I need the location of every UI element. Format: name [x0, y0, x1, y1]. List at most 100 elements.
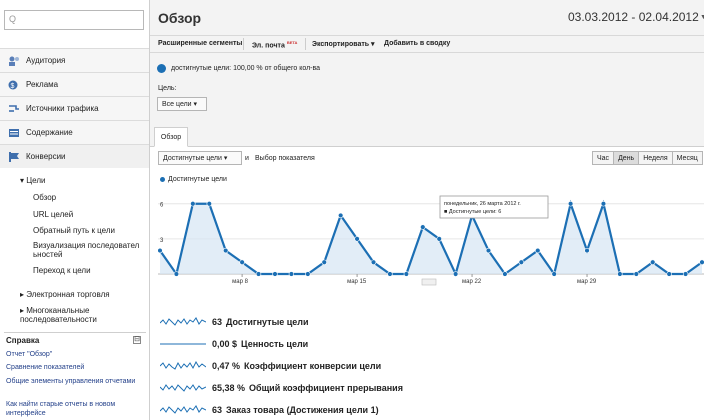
segment-pie-icon: [157, 64, 166, 73]
segment-indicator: достигнутые цели: 100,00 % от общего кол…: [157, 64, 320, 73]
summary-goal-value[interactable]: 0,00 $ Ценность цели: [160, 339, 308, 349]
sparkline-icon: [160, 317, 206, 326]
data-point: [485, 247, 492, 254]
legend-dot-icon: [160, 177, 165, 182]
summary-label: Ценность цели: [241, 339, 309, 349]
data-point: [354, 236, 360, 242]
sparkline-icon: [160, 343, 206, 345]
x-tick-label: мар 8: [232, 279, 248, 285]
sidebar-item-audience[interactable]: Аудитория: [0, 48, 149, 72]
summary-label: Общий коэффициент прерывания: [249, 383, 403, 393]
period-month-button[interactable]: Месяц: [671, 151, 703, 165]
period-day-button[interactable]: День: [613, 151, 640, 165]
help-title: Справка: [6, 336, 40, 345]
ecommerce-link[interactable]: ▸ Электронная торговля: [20, 290, 110, 299]
goals-overview-link[interactable]: Обзор: [33, 193, 56, 202]
goals-heading[interactable]: ▾ Цели: [20, 176, 45, 185]
data-point: [682, 271, 689, 277]
toolbar-divider: [305, 38, 306, 50]
summary-value: 0,00 $: [212, 339, 238, 349]
summary-label: Коэффициент конверсии цели: [244, 361, 382, 371]
metric-select[interactable]: Достигнутые цели ▾: [158, 151, 242, 165]
export-button[interactable]: Экспортировать ▾: [312, 40, 375, 48]
page-title: Обзор: [158, 10, 202, 26]
data-point: [173, 271, 180, 277]
chart-resize-handle: [421, 278, 437, 286]
and-label: и: [245, 155, 249, 162]
summary-value: 65,38 %: [212, 383, 246, 393]
email-button[interactable]: Эл. почта BETA: [252, 40, 297, 49]
data-point: [600, 201, 607, 207]
multichannel-link[interactable]: ▸ Многоканальные последовательности: [20, 306, 138, 324]
segment-text: достигнутые цели: 100,00 % от общего кол…: [171, 65, 321, 72]
funnel-visualization-link[interactable]: Визуализация последовател ьностей: [33, 241, 145, 259]
summary-value: 63: [212, 317, 223, 327]
summary-label: Заказ товара (Достижения цели 1): [226, 405, 379, 415]
audience-icon: [8, 56, 20, 66]
search-input[interactable]: Q: [4, 10, 144, 30]
data-point: [239, 259, 245, 265]
date-range-picker[interactable]: 03.03.2012 - 02.04.2012: [568, 10, 699, 24]
sidebar-item-traffic[interactable]: Источники трафика: [0, 96, 149, 120]
collapse-icon[interactable]: ⊟: [133, 336, 141, 344]
content-icon: [8, 128, 20, 138]
sidebar-item-conversions[interactable]: Конверсии: [0, 144, 149, 168]
goal-urls-link[interactable]: URL целей: [33, 210, 73, 219]
sparkline-icon: [160, 384, 206, 392]
choose-metric-link[interactable]: Выбор показателя: [255, 155, 315, 162]
help-link[interactable]: Общие элементы управления отчетами: [6, 377, 144, 386]
sparkline-icon: [160, 405, 206, 414]
data-point: [321, 259, 327, 265]
chevron-down-icon[interactable]: ▼: [700, 14, 704, 21]
data-point: [272, 271, 278, 277]
help-link[interactable]: Сравнение показателей: [6, 363, 144, 372]
help-link[interactable]: Как найти старые отчеты в новом интерфей…: [6, 400, 144, 418]
beta-badge: BETA: [286, 40, 298, 45]
svg-text:$: $: [11, 83, 15, 90]
goal-label: Цель:: [158, 85, 177, 92]
period-week-button[interactable]: Неделя: [638, 151, 673, 165]
sidebar-item-label: Аудитория: [26, 56, 66, 65]
conversions-icon: [8, 151, 20, 162]
line-chart[interactable]: 6 3 мар 8 мар 15 мар 22 мар 29 понедельник, 26…: [158, 188, 704, 288]
summary-conversion-rate[interactable]: 0,47 % Коэффициент конверсии цели: [160, 361, 381, 371]
sidebar-item-content[interactable]: Содержание: [0, 120, 149, 144]
ads-icon: $: [8, 80, 20, 90]
data-point: [617, 271, 623, 277]
summary-value: 0,47 %: [212, 361, 241, 371]
data-point: [337, 212, 344, 219]
data-point: [305, 271, 311, 277]
data-point: [158, 247, 163, 254]
chart-legend: Достигнутые цели: [160, 176, 227, 183]
sidebar-item-label: Реклама: [26, 80, 59, 89]
help-link[interactable]: Отчет "Обзор": [6, 350, 144, 359]
data-point: [699, 259, 704, 265]
sidebar-item-label: Источники трафика: [26, 104, 99, 113]
data-point: [387, 271, 393, 277]
x-tick-label: мар 22: [462, 279, 482, 285]
data-point: [535, 247, 541, 254]
data-point: [222, 247, 229, 254]
data-point: [567, 201, 574, 207]
goal-flow-link[interactable]: Переход к цели: [33, 266, 91, 275]
tab-overview[interactable]: Обзор: [154, 127, 188, 147]
advanced-segments-button[interactable]: Расширенные сегменты: [158, 40, 242, 47]
data-point: [518, 259, 525, 265]
summary-abandonment-rate[interactable]: 65,38 % Общий коэффициент прерывания: [160, 383, 403, 393]
summary-goal1-completions[interactable]: 63 Заказ товара (Достижения цели 1): [160, 405, 379, 415]
data-point: [584, 247, 590, 254]
data-point: [502, 271, 508, 277]
reverse-goal-path-link[interactable]: Обратный путь к цели: [33, 226, 115, 235]
goal-select[interactable]: Все цели ▾: [157, 97, 207, 111]
sidebar-item-label: Конверсии: [26, 152, 66, 161]
data-point: [666, 271, 672, 277]
data-point: [551, 271, 557, 277]
sidebar-item-ads[interactable]: $ Реклама: [0, 72, 149, 96]
data-point: [633, 271, 640, 277]
sparkline-icon: [160, 361, 206, 370]
summary-goal-completions[interactable]: 63 Достигнутые цели: [160, 317, 309, 327]
data-point: [452, 271, 459, 277]
period-hour-button[interactable]: Час: [592, 151, 615, 165]
chart-svg: 63мар 8 мар 15 мар 22 мар 29понедельник, 26…: [158, 195, 704, 286]
add-to-dashboard-button[interactable]: Добавить в сводку: [384, 40, 450, 47]
